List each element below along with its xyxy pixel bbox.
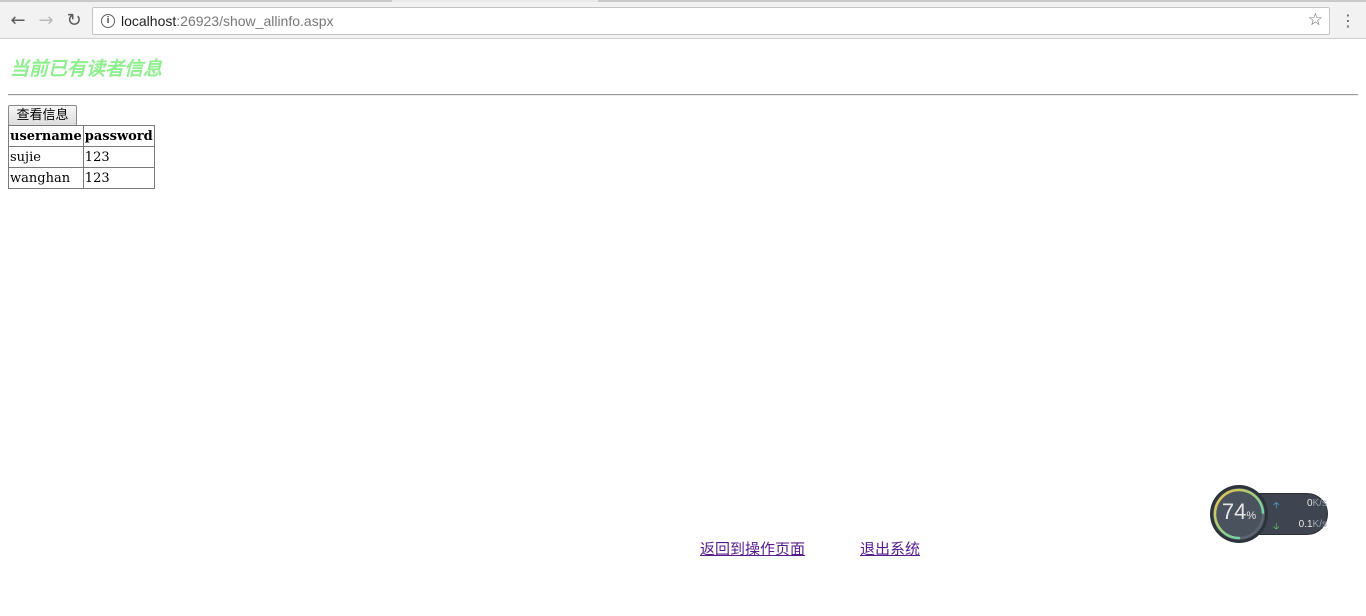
url-host: localhost <box>121 13 177 29</box>
cell-password: 123 <box>82 167 155 189</box>
download-unit: K/s <box>1312 519 1327 530</box>
cpu-usage-value: 74 <box>1221 499 1247 524</box>
reader-table: username password sujie 123 wanghan 123 <box>8 125 155 189</box>
download-arrow-icon: 🡣 <box>1273 521 1280 531</box>
view-info-button[interactable]: 查看信息 <box>8 105 77 126</box>
url-text[interactable]: localhost:26923/show_allinfo.aspx <box>121 13 334 29</box>
cell-username: wanghan <box>8 167 84 189</box>
table-header-row: username password <box>8 125 155 147</box>
cell-password: 123 <box>82 146 155 168</box>
address-bar[interactable]: i localhost:26923/show_allinfo.aspx ☆ <box>92 7 1330 35</box>
table-row: wanghan 123 <box>8 167 155 189</box>
forward-arrow-icon[interactable]: → <box>34 8 58 32</box>
info-icon[interactable]: i <box>101 14 115 28</box>
upload-unit: K/s <box>1312 498 1327 509</box>
download-value: 0.1 <box>1298 519 1313 530</box>
cpu-usage-readout: 74% <box>1209 499 1269 525</box>
return-to-operations-link[interactable]: 返回到操作页面 <box>700 538 805 559</box>
reload-icon[interactable]: ↻ <box>62 8 86 32</box>
page-title: 当前已有读者信息 <box>10 58 163 80</box>
system-monitor-widget[interactable]: 74% 🡡 0K/s 🡣 0.1K/s <box>1209 484 1330 544</box>
back-arrow-icon[interactable]: ← <box>6 8 30 32</box>
table-row: sujie 123 <box>8 146 155 168</box>
column-header-username: username <box>8 125 84 147</box>
cpu-usage-unit: % <box>1246 510 1257 522</box>
bookmark-star-icon[interactable]: ☆ <box>1308 10 1323 30</box>
browser-toolbar: ← → ↻ i localhost:26923/show_allinfo.asp… <box>0 2 1366 39</box>
upload-arrow-icon: 🡡 <box>1273 500 1280 510</box>
browser-menu-icon[interactable]: ⋮ <box>1338 10 1358 32</box>
column-header-password: password <box>82 125 155 147</box>
page-content: 当前已有读者信息 查看信息 username password sujie 12… <box>0 40 1366 616</box>
url-path: :26923/show_allinfo.aspx <box>176 13 334 29</box>
exit-system-link[interactable]: 退出系统 <box>860 538 920 559</box>
cell-username: sujie <box>8 146 84 168</box>
horizontal-rule <box>8 94 1358 96</box>
